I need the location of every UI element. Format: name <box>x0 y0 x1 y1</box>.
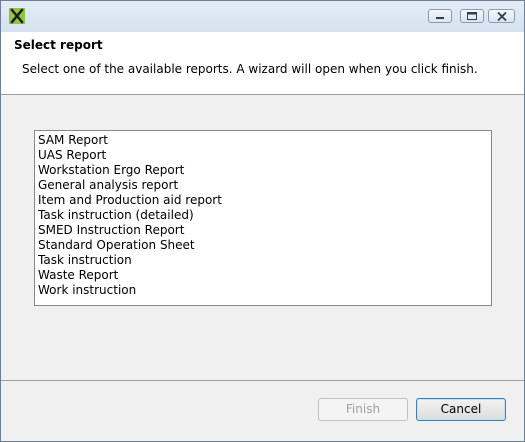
cancel-button[interactable]: Cancel <box>416 398 506 421</box>
finish-button[interactable]: Finish <box>318 398 408 421</box>
minimize-button[interactable] <box>428 9 452 23</box>
list-item[interactable]: SMED Instruction Report <box>38 223 184 238</box>
list-item[interactable]: Item and Production aid report <box>38 193 222 208</box>
minimize-icon <box>436 17 444 19</box>
header-divider <box>1 94 524 95</box>
close-button[interactable] <box>488 9 515 23</box>
page-description: Select one of the available reports. A w… <box>22 62 478 76</box>
wizard-header: Select report Select one of the availabl… <box>1 32 524 94</box>
maximize-button[interactable] <box>460 9 484 23</box>
maximize-icon <box>467 12 477 20</box>
footer-divider <box>1 380 524 381</box>
list-item[interactable]: Waste Report <box>38 268 118 283</box>
app-logo-icon <box>9 8 25 24</box>
close-icon <box>497 12 507 21</box>
list-item[interactable]: Standard Operation Sheet <box>38 238 195 253</box>
list-item[interactable]: UAS Report <box>38 148 106 163</box>
page-title: Select report <box>14 38 103 52</box>
list-item[interactable]: SAM Report <box>38 133 108 148</box>
list-item[interactable]: Task instruction <box>38 253 132 268</box>
list-item[interactable]: Workstation Ergo Report <box>38 163 184 178</box>
list-item[interactable]: General analysis report <box>38 178 178 193</box>
title-bar[interactable] <box>1 1 524 32</box>
list-item[interactable]: Work instruction <box>38 283 136 298</box>
list-item[interactable]: Task instruction (detailed) <box>38 208 194 223</box>
select-report-dialog: Select report Select one of the availabl… <box>0 0 525 442</box>
report-list[interactable]: SAM Report UAS Report Workstation Ergo R… <box>34 130 492 306</box>
